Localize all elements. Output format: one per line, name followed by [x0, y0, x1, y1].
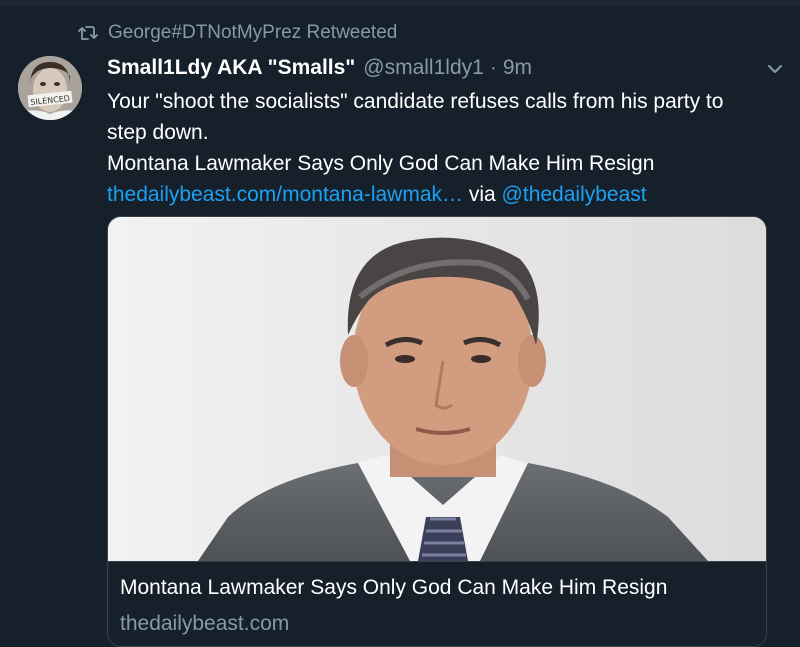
via-text: via: [468, 183, 496, 206]
display-name[interactable]: Small1Ldy AKA "Smalls": [107, 56, 355, 80]
tweet-menu-button[interactable]: [762, 58, 788, 82]
retweet-icon: [78, 25, 98, 41]
tweet-text: Your "shoot the socialists" candidate re…: [107, 86, 767, 210]
card-image: [108, 217, 766, 561]
separator-dot: ·: [489, 56, 497, 79]
mention-link[interactable]: @thedailybeast: [502, 183, 647, 206]
top-divider: [0, 0, 800, 6]
tweet-headline-line: Montana Lawmaker Says Only God Can Make …: [107, 152, 655, 175]
chevron-down-icon: [767, 61, 783, 79]
tweet-header: Small1Ldy AKA "Smalls" @small1ldy1 · 9m: [107, 54, 532, 82]
avatar[interactable]: SILENCED: [18, 56, 82, 120]
card-domain: thedailybeast.com: [120, 612, 290, 635]
card-text: Montana Lawmaker Says Only God Can Make …: [108, 561, 766, 646]
retweet-label: George#DTNotMyPrez Retweeted: [108, 22, 398, 43]
article-link[interactable]: thedailybeast.com/montana-lawmak…: [107, 183, 463, 206]
user-handle[interactable]: @small1ldy1: [363, 56, 484, 80]
card-title: Montana Lawmaker Says Only God Can Make …: [120, 576, 668, 599]
tweet-time[interactable]: 9m: [503, 56, 532, 80]
retweet-context[interactable]: George#DTNotMyPrez Retweeted: [78, 20, 397, 46]
tweet-text-line: Your "shoot the socialists" candidate re…: [107, 90, 724, 144]
link-preview-card[interactable]: Montana Lawmaker Says Only God Can Make …: [107, 216, 767, 647]
